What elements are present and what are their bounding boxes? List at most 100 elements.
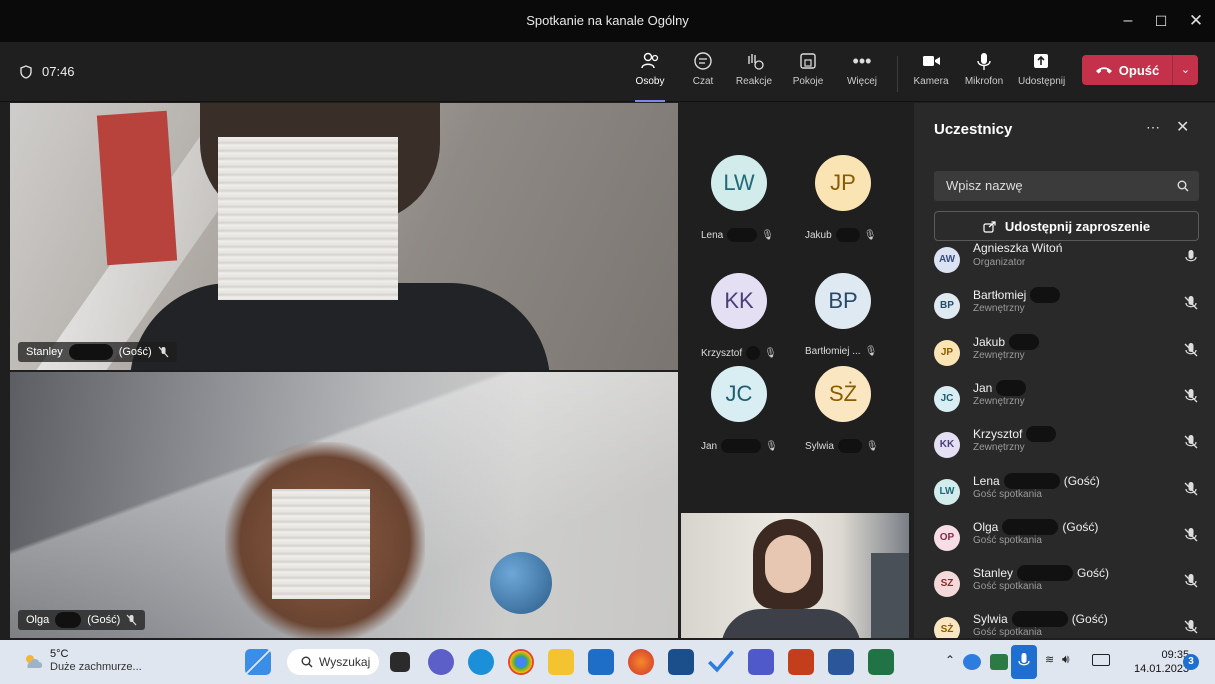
redaction-mark	[55, 612, 82, 628]
avatar-name: Sylwia 🎙︎	[805, 439, 879, 453]
self-view-video[interactable]	[681, 513, 909, 638]
mic-off-icon[interactable]	[1183, 573, 1199, 589]
phone-hangup-icon	[1095, 67, 1112, 74]
windows-start-icon[interactable]	[245, 649, 271, 675]
redaction-mark	[1009, 333, 1040, 350]
tray-chevron-icon[interactable]: ⌃	[945, 653, 955, 667]
globe	[490, 552, 552, 614]
mic-active-tray-icon[interactable]	[1011, 645, 1037, 679]
avatar-tile-jakub[interactable]: JP Jakub 🎙︎	[787, 155, 897, 255]
volume-icon[interactable]: 🔊︎	[1062, 652, 1070, 667]
reactions-button[interactable]: Reakcje	[731, 50, 777, 96]
share-button[interactable]: Udostępnij	[1018, 50, 1065, 96]
panel-title: Uczestnicy	[934, 121, 1013, 138]
teams-chat-icon[interactable]	[428, 649, 454, 675]
participant-name-text: Jan	[973, 380, 993, 395]
avatar-tile-lena[interactable]: LW Lena 🎙︎	[683, 155, 793, 255]
avatar-tile-sylwia[interactable]: SŻ Sylwia 🎙︎	[787, 366, 897, 466]
onedrive-icon[interactable]	[963, 654, 981, 670]
share-invite-button[interactable]: Udostępnij zaproszenie	[934, 211, 1199, 241]
mic-off-icon[interactable]	[1183, 619, 1199, 635]
avatar: AW	[934, 247, 960, 273]
powerpoint-icon[interactable]	[788, 649, 814, 675]
mic-off-icon[interactable]	[1183, 388, 1199, 404]
microphone-button[interactable]: Mikrofon	[961, 50, 1007, 96]
taskbar-search[interactable]: Wyszukaj	[287, 649, 379, 675]
close-window-button[interactable]: ✕	[1176, 8, 1215, 34]
mic-off-icon	[158, 346, 169, 358]
clock-time: 09:35	[1161, 649, 1190, 661]
participant-row[interactable]: LW Lena (Gość) Gość spotkania	[914, 469, 1215, 515]
avatar-grid: LW Lena 🎙︎ JP Jakub 🎙︎ KK Krzysztof 🎙︎ BP B…	[680, 103, 910, 513]
mic-off-icon[interactable]	[1183, 295, 1199, 311]
mic-off-icon[interactable]	[1183, 481, 1199, 497]
video-tile-olga[interactable]: Olga (Gość)	[10, 372, 678, 638]
avatar-tile-bartlomiej[interactable]: BP Bartłomiej ... 🎙︎	[787, 273, 897, 373]
participants-panel: Uczestnicy ⋯ ✕ Wpisz nazwę Udostępnij za…	[914, 103, 1215, 638]
mic-off-icon: 🎙︎	[865, 440, 879, 452]
wall-calendar	[96, 110, 178, 266]
chrome-icon[interactable]	[508, 649, 534, 675]
firefox-icon[interactable]	[628, 649, 654, 675]
avatar-tile-jan[interactable]: JC Jan 🎙︎	[683, 366, 793, 466]
avatar-name: Bartłomiej ... 🎙︎	[805, 346, 878, 357]
avatar: JC	[711, 366, 767, 422]
rooms-button[interactable]: Pokoje	[785, 50, 831, 96]
participant-name: Jan	[973, 379, 1027, 396]
participant-row[interactable]: AW Agnieszka Witoń Organizator	[914, 241, 1215, 283]
teams-icon[interactable]	[748, 649, 774, 675]
leave-options-chevron[interactable]: ⌄	[1172, 55, 1198, 85]
participant-name-text: Sylwia	[973, 612, 1008, 627]
participant-row[interactable]: BP Bartłomiej Zewnętrzny	[914, 283, 1215, 329]
battery-icon[interactable]	[1092, 654, 1110, 666]
mic-off-icon[interactable]	[1183, 527, 1199, 543]
participant-row[interactable]: JP Jakub Zewnętrzny	[914, 330, 1215, 376]
mic-off-icon	[126, 614, 137, 626]
person-shoulders	[721, 609, 861, 638]
participant-row[interactable]: SŻ Sylwia (Gość) Gość spotkania	[914, 607, 1215, 638]
avatar: OP	[934, 524, 960, 551]
participant-row[interactable]: JC Jan Zewnętrzny	[914, 376, 1215, 422]
participant-search-input[interactable]: Wpisz nazwę	[934, 171, 1199, 201]
participant-row[interactable]: KK Krzysztof Zewnętrzny	[914, 422, 1215, 468]
participant-role: Gość spotkania	[973, 534, 1042, 546]
file-explorer-icon[interactable]	[548, 649, 574, 675]
camera-label: Kamera	[913, 76, 949, 87]
leave-button[interactable]: Opuść ⌄	[1082, 55, 1198, 85]
avatar-tile-krzysztof[interactable]: KK Krzysztof 🎙︎	[683, 273, 793, 373]
store-icon[interactable]	[668, 649, 694, 675]
more-button[interactable]: ••• Więcej	[839, 50, 885, 96]
wifi-icon[interactable]: ≋	[1045, 653, 1054, 666]
participant-role: Zewnętrzny	[973, 349, 1025, 361]
video-tile-stanley[interactable]: Stanley (Gość)	[10, 103, 678, 370]
participant-row[interactable]: SZ Stanley Gość) Gość spotkania	[914, 561, 1215, 607]
maximize-button[interactable]: ☐	[1141, 8, 1181, 34]
participant-role: Gość spotkania	[973, 581, 1042, 593]
people-label: Osoby	[635, 76, 665, 87]
mic-off-icon[interactable]	[1183, 434, 1199, 450]
participant-row[interactable]: OP Olga (Gość) Gość spotkania	[914, 515, 1215, 561]
chat-button[interactable]: Czat	[680, 50, 726, 96]
panel-more-icon[interactable]: ⋯	[1146, 119, 1160, 136]
leave-main[interactable]: Opuść	[1082, 63, 1172, 78]
participant-guest-suffix: (Gość)	[1063, 473, 1100, 488]
task-view-icon[interactable]	[390, 652, 410, 672]
todo-icon[interactable]	[708, 650, 734, 673]
mic-off-icon[interactable]	[1183, 342, 1199, 358]
people-button[interactable]: Osoby	[627, 50, 673, 102]
timer-text: 07:46	[42, 64, 75, 79]
tray-app-icon[interactable]	[990, 654, 1008, 670]
edge-icon[interactable]	[468, 649, 494, 675]
word-icon[interactable]	[828, 649, 854, 675]
panel-close-icon[interactable]: ✕	[1176, 117, 1189, 137]
clock[interactable]: 09:35 14.01.2023	[1134, 648, 1189, 676]
rooms-label: Pokoje	[792, 76, 824, 87]
excel-icon[interactable]	[868, 649, 894, 675]
mic-on-icon[interactable]	[1183, 249, 1199, 265]
camera-button[interactable]: Kamera	[908, 50, 954, 96]
avatar: LW	[934, 478, 960, 505]
meeting-timer: 07:46	[20, 64, 75, 79]
weather-widget[interactable]: 5°C Duże zachmurze...	[22, 648, 142, 674]
notification-badge[interactable]: 3	[1183, 654, 1199, 670]
mail-icon[interactable]	[588, 649, 614, 675]
